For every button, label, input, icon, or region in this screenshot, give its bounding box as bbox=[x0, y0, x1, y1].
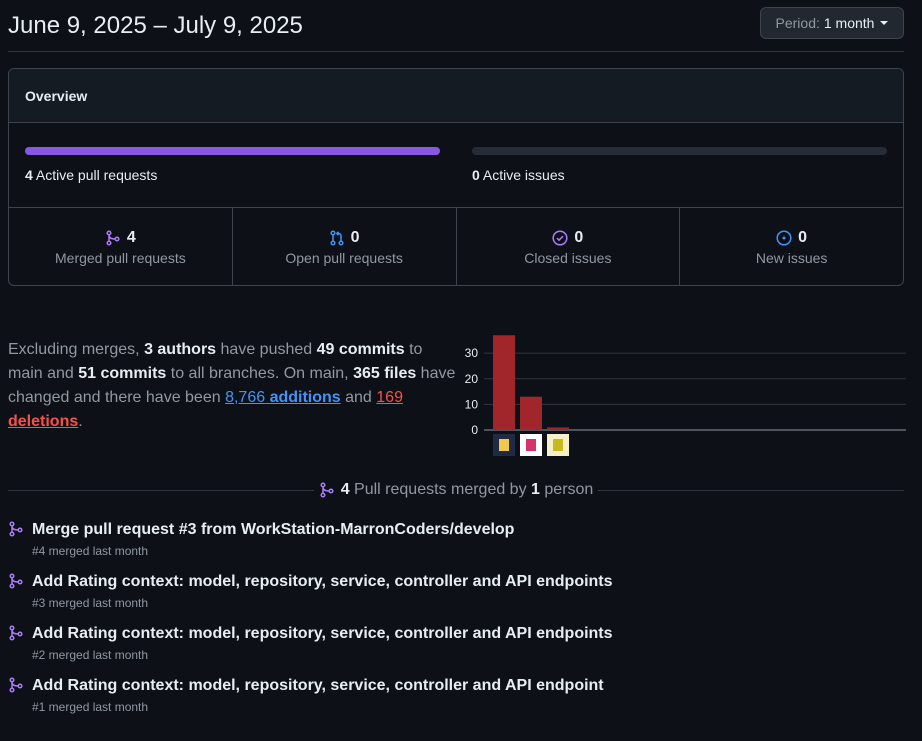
overview-title: Overview bbox=[9, 69, 903, 123]
authors-count: 3 authors bbox=[144, 341, 217, 358]
merged-prs-divider: 4 Pull requests merged by 1 person bbox=[8, 480, 904, 500]
pr-meta: #2 merged last month bbox=[32, 648, 149, 662]
pr-title-link[interactable]: Add Rating context: model, repository, s… bbox=[32, 625, 613, 643]
deletions-count: 169 bbox=[376, 389, 403, 406]
pr-title-link[interactable]: Add Rating context: model, repository, s… bbox=[32, 573, 613, 591]
pr-meta: #1 merged last month bbox=[32, 700, 149, 714]
deletions-word: deletions bbox=[8, 413, 79, 430]
overview-panel: Overview 4 Active pull requests 0 Active… bbox=[8, 68, 904, 286]
merge-icon bbox=[320, 482, 334, 498]
new-issues-count: 0 bbox=[798, 228, 808, 246]
merged-text: Pull requests merged by bbox=[354, 481, 527, 498]
additions-count: 8,766 bbox=[225, 389, 266, 406]
people-word: person bbox=[544, 481, 594, 498]
active-issues-bar[interactable] bbox=[472, 147, 887, 155]
pr-title-link[interactable]: Merge pull request #3 from WorkStation-M… bbox=[32, 521, 514, 539]
additions-word: additions bbox=[269, 389, 341, 406]
open-prs-count: 0 bbox=[350, 228, 360, 246]
active-prs-count: 4 bbox=[25, 167, 33, 183]
active-prs-text[interactable]: 4 Active pull requests bbox=[25, 167, 157, 183]
stat-merged-prs[interactable]: 4 Merged pull requests bbox=[9, 208, 233, 285]
list-item: Add Rating context: model, repository, s… bbox=[8, 572, 904, 624]
stat-open-prs[interactable]: 0 Open pull requests bbox=[233, 208, 457, 285]
issue-open-icon bbox=[776, 229, 792, 246]
overview-stats: 4 Merged pull requests 0 Open pull reque… bbox=[9, 208, 903, 285]
y-tick-label: 10 bbox=[465, 397, 479, 411]
active-prs-bar[interactable] bbox=[25, 147, 440, 155]
merge-icon bbox=[9, 677, 23, 693]
additions-link[interactable]: 8,766 additions bbox=[225, 389, 341, 406]
list-item: Add Rating context: model, repository, s… bbox=[8, 676, 904, 728]
list-item: Add Rating context: model, repository, s… bbox=[8, 624, 904, 676]
avatar-pattern bbox=[526, 439, 536, 451]
stat-closed-issues[interactable]: 0 Closed issues bbox=[457, 208, 681, 285]
y-tick-label: 0 bbox=[471, 423, 478, 437]
pull-request-icon bbox=[330, 229, 344, 246]
merge-icon bbox=[9, 625, 23, 641]
pr-meta: #4 merged last month bbox=[32, 544, 149, 558]
merge-icon bbox=[9, 573, 23, 589]
avatar-pattern bbox=[553, 439, 563, 451]
summary-text: to all branches. On main, bbox=[166, 365, 354, 382]
overview-activity-bars: 4 Active pull requests 0 Active issues bbox=[9, 123, 903, 208]
open-prs-label: Open pull requests bbox=[285, 249, 403, 266]
merged-count: 4 bbox=[340, 481, 350, 498]
merge-icon bbox=[9, 521, 23, 537]
summary-text: . bbox=[78, 413, 83, 430]
people-count: 1 bbox=[531, 481, 540, 498]
chart-bar[interactable] bbox=[520, 396, 542, 430]
pulse-header: June 9, 2025 – July 9, 2025 Period: 1 mo… bbox=[8, 0, 904, 52]
commit-summary: Excluding merges, 3 authors have pushed … bbox=[8, 338, 458, 434]
active-issues-text[interactable]: 0 Active issues bbox=[472, 167, 565, 183]
period-dropdown-button[interactable]: Period: 1 month bbox=[760, 7, 904, 39]
period-value: 1 month bbox=[823, 15, 875, 31]
avatar-pattern bbox=[499, 439, 509, 451]
all-commits-count: 51 commits bbox=[78, 365, 167, 382]
list-item: Merge pull request #3 from WorkStation-M… bbox=[8, 520, 904, 572]
commits-by-author-chart: 0 10 20 30 bbox=[465, 335, 906, 456]
active-prs-bar-fill bbox=[25, 147, 440, 155]
merged-prs-label: Merged pull requests bbox=[55, 249, 186, 266]
active-prs-label: Active pull requests bbox=[35, 167, 158, 183]
period-label: Period: bbox=[775, 15, 820, 31]
summary-text: have pushed bbox=[216, 341, 317, 358]
summary-text: and bbox=[340, 389, 377, 406]
pr-title-link[interactable]: Add Rating context: model, repository, s… bbox=[32, 677, 604, 695]
chart-bar[interactable] bbox=[493, 335, 515, 430]
caret-down-icon bbox=[880, 21, 889, 25]
files-count: 365 files bbox=[353, 365, 417, 382]
stat-new-issues[interactable]: 0 New issues bbox=[680, 208, 903, 285]
date-range-title: June 9, 2025 – July 9, 2025 bbox=[8, 12, 303, 39]
merged-prs-count: 4 bbox=[126, 228, 136, 246]
new-issues-label: New issues bbox=[755, 249, 828, 266]
pr-meta: #3 merged last month bbox=[32, 596, 149, 610]
closed-issues-count: 0 bbox=[574, 228, 584, 246]
issue-closed-icon bbox=[552, 229, 568, 246]
chart-bar[interactable] bbox=[547, 427, 569, 430]
main-commits-count: 49 commits bbox=[316, 341, 405, 358]
closed-issues-label: Closed issues bbox=[524, 249, 612, 266]
active-issues-count: 0 bbox=[472, 167, 480, 183]
y-tick-label: 30 bbox=[465, 346, 479, 360]
merge-icon bbox=[106, 229, 120, 246]
merged-pr-list: Merge pull request #3 from WorkStation-M… bbox=[8, 520, 904, 728]
y-tick-label: 20 bbox=[465, 372, 479, 386]
active-issues-label: Active issues bbox=[482, 167, 565, 183]
summary-text: Excluding merges, bbox=[8, 341, 145, 358]
